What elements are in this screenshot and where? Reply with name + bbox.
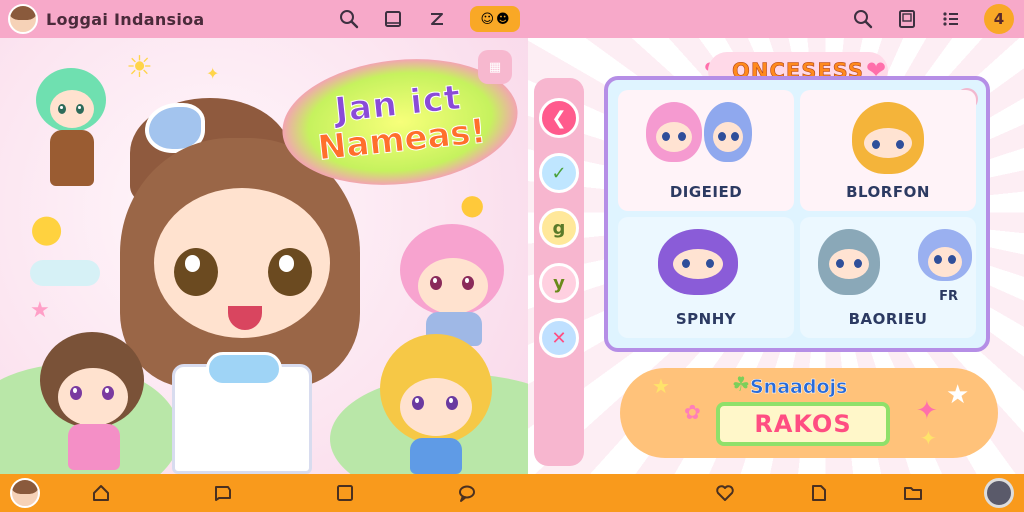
friend-face-icon-2: ☻ — [496, 11, 510, 27]
green-hair-character[interactable] — [36, 68, 106, 218]
sparkle-icon: ✦ — [920, 426, 937, 450]
character-card[interactable]: DIGEIED — [618, 90, 794, 211]
card-label: BAORIEU — [848, 310, 928, 328]
chick-sticker-icon: ● — [460, 188, 485, 221]
y-button[interactable]: y — [539, 263, 579, 303]
cloud-shape — [30, 260, 100, 286]
heart-icon[interactable] — [714, 482, 736, 504]
folder-icon[interactable] — [902, 482, 924, 504]
friend-face-icon: ☺ — [480, 11, 494, 27]
book-icon[interactable] — [382, 8, 404, 30]
character-scene: ☀ ✦ ★ ● ● Jan ict Nameas! ▦ — [0, 38, 528, 474]
star-icon: ★ — [652, 374, 670, 398]
blonde-character[interactable] — [380, 334, 500, 474]
close-x-button[interactable]: ✕ — [539, 318, 579, 358]
star-icon: ★ — [30, 298, 50, 323]
card-character-art — [852, 102, 924, 174]
document-icon[interactable] — [896, 8, 918, 30]
card-label: BLORFON — [846, 183, 930, 201]
card-label: DIGEIED — [669, 183, 743, 201]
home-icon[interactable] — [90, 482, 112, 504]
pink-bow-icon: ✦ — [916, 396, 938, 426]
right-top-bar: 4 — [528, 0, 1024, 38]
character-card-grid: ✕ DIGEIED BLORFON SPNHY FR BAORIEU — [604, 76, 990, 352]
profile-avatar[interactable] — [8, 4, 38, 34]
reward-title: Snaadojs — [750, 376, 848, 399]
settings-orb-icon[interactable] — [984, 478, 1014, 508]
check-button[interactable]: ✓ — [539, 153, 579, 193]
card-character-art — [704, 102, 752, 162]
card-extra-label: FR — [939, 289, 958, 304]
card-character-art — [918, 229, 972, 281]
claim-reward-button[interactable]: RAKOS — [716, 402, 890, 446]
message-bubble-icon[interactable] — [456, 482, 478, 504]
g-button[interactable]: g — [539, 208, 579, 248]
left-top-bar: Loggai Indansioa ☺ ☻ — [0, 0, 528, 38]
character-card[interactable]: BLORFON — [800, 90, 976, 211]
collection-panel: ❮ ✓ g y ✕ ❤ ONCESESS ❤ ✕ DIGEIED BLORFON… — [528, 38, 1024, 474]
card-label: SPNHY — [675, 310, 737, 328]
pink-hair-character[interactable] — [400, 224, 510, 346]
search-icon[interactable] — [852, 8, 874, 30]
qr-code-button[interactable]: ▦ — [478, 50, 512, 84]
chat-icon[interactable] — [212, 482, 234, 504]
friends-button[interactable]: ☺ ☻ — [470, 6, 520, 32]
app-title: Loggai Indansioa — [46, 9, 205, 29]
flower-icon: ✿ — [684, 400, 701, 424]
left-bottom-nav — [0, 474, 528, 512]
claim-reward-label: RAKOS — [754, 410, 852, 438]
search-icon[interactable] — [338, 8, 360, 30]
sparkle-icon: ✦ — [206, 64, 220, 83]
profile-avatar[interactable] — [10, 478, 40, 508]
sun-sticker-icon: ☀ — [126, 50, 153, 85]
card-character-art — [658, 229, 738, 295]
list-icon[interactable] — [940, 8, 962, 30]
right-bottom-nav — [528, 474, 1024, 512]
character-card[interactable]: SPNHY — [618, 217, 794, 338]
note-icon[interactable] — [808, 482, 830, 504]
card-character-art — [646, 102, 702, 162]
reward-banner: ★ ✿ ☘ Snaadojs RAKOS ✦ ★ ✦ — [620, 368, 998, 458]
book-icon[interactable] — [334, 482, 356, 504]
leaf-icon: ☘ — [732, 372, 750, 396]
card-character-art — [818, 229, 880, 295]
character-card[interactable]: FR BAORIEU — [800, 217, 976, 338]
edit-icon[interactable] — [426, 8, 448, 30]
side-action-strip: ❮ ✓ g y ✕ — [534, 78, 584, 466]
star-icon: ★ — [946, 380, 970, 410]
notification-icon[interactable]: 4 — [984, 4, 1014, 34]
back-button[interactable]: ❮ — [539, 98, 579, 138]
brown-hair-character[interactable] — [40, 332, 150, 472]
bow-shape — [206, 352, 282, 386]
